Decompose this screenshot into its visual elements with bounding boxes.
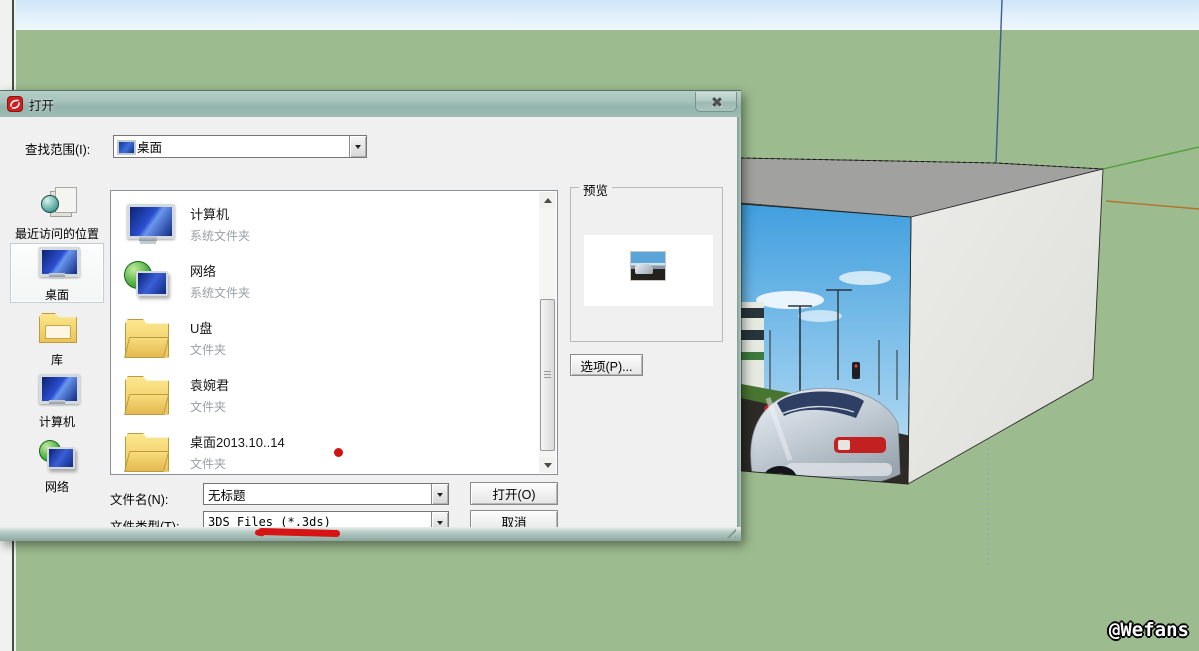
sidebar-item[interactable]: 库 [10,309,104,367]
file-list-item[interactable]: U盘 文件夹 [111,309,539,366]
file-list: 计算机 系统文件夹 网络 系统文件夹 U盘 文件夹 袁婉君 文件夹 桌面2013… [110,190,558,475]
look-in-value: 桌面 [137,141,163,155]
recent-icon [35,185,79,219]
preview-groupbox: 预览 [570,180,723,342]
sidebar-item-label: 最近访问的位置 [14,227,99,241]
computer-icon [124,203,175,245]
network-icon [35,438,79,472]
file-name-dropdown-button[interactable] [431,484,448,504]
chevron-down-icon [437,492,443,500]
file-type: 文件夹 [190,399,227,414]
dialog-body: 查找范围(I): 桌面 最近访问的位置 桌面 库 计算机 网络 计算机 系统文件… [0,117,737,538]
options-button[interactable]: 选项(P)... [570,354,643,376]
file-type: 文件夹 [190,456,227,471]
file-name: U盘 [190,320,213,336]
file-list-item[interactable]: 计算机 系统文件夹 [111,195,539,252]
file-name-input[interactable] [204,487,431,501]
sidebar-item-label: 网络 [44,480,69,494]
file-list-item[interactable]: 网络 系统文件夹 [111,252,539,309]
computer-icon [35,373,80,407]
dialog-titlebar[interactable]: 打开 [0,91,741,117]
file-type: 系统文件夹 [190,228,251,243]
dialog-border-bottom [0,527,741,541]
file-type: 文件夹 [190,342,227,357]
scroll-thumb[interactable] [540,299,555,451]
scroll-up-button[interactable] [539,192,556,208]
sidebar-item-label: 库 [50,353,63,367]
open-dialog: 打开 查找范围(I): 桌面 最近访问的位置 桌面 库 计算机 网络 计算机 系… [0,90,741,541]
libraries-icon [35,311,79,345]
file-name: 桌面2013.10..14 [190,434,285,450]
file-type: 系统文件夹 [190,285,251,300]
chevron-down-icon [355,145,361,152]
network-icon [124,260,174,302]
folder-docs-icon [124,431,174,473]
folder-image-icon [124,317,174,359]
file-name: 计算机 [190,206,230,222]
sidebar-item-label: 计算机 [38,415,75,429]
desktop-icon [35,246,80,280]
look-in-combobox[interactable]: 桌面 [113,135,367,158]
open-button[interactable]: 打开(O) [470,482,558,505]
file-name-label: 文件名(N): [110,493,169,507]
look-in-dropdown-button[interactable] [349,136,366,157]
close-button[interactable] [695,92,737,112]
list-scrollbar[interactable] [539,192,556,473]
sidebar-item[interactable]: 桌面 [10,243,104,303]
file-list-item[interactable]: 桌面2013.10..14 文件夹 [111,423,539,474]
preview-thumbnail [631,252,665,280]
chevron-down-icon [543,462,552,472]
close-icon [711,96,722,107]
file-name-combobox[interactable] [203,483,449,505]
file-name: 网络 [190,263,217,279]
annotation-red-dot [334,448,343,457]
preview-label: 预览 [579,180,613,199]
watermark: @Wefans [1108,619,1189,641]
sidebar-item-label: 桌面 [44,288,69,302]
screen: @Wefans 打开 查找范围(I): 桌面 最近访问的位置 桌面 库 计算机 … [0,0,1199,651]
preview-canvas [584,235,713,306]
desktop-mini-icon [117,140,136,155]
scroll-down-button[interactable] [539,457,556,473]
dialog-border-right [737,117,741,541]
viewport-sky [16,0,1199,30]
places-sidebar: 最近访问的位置 桌面 库 计算机 网络 [8,183,107,568]
folder-cards-icon [124,374,174,416]
sidebar-item[interactable]: 网络 [10,436,104,494]
dialog-title: 打开 [29,98,55,113]
sketchup-logo-icon [7,96,23,112]
sidebar-item[interactable]: 最近访问的位置 [10,183,104,241]
file-rows: 计算机 系统文件夹 网络 系统文件夹 U盘 文件夹 袁婉君 文件夹 桌面2013… [111,195,539,474]
chevron-up-icon [543,194,552,203]
look-in-label: 查找范围(I): [25,143,91,157]
sidebar-item[interactable]: 计算机 [10,371,104,429]
file-name: 袁婉君 [190,377,230,393]
file-list-item[interactable]: 袁婉君 文件夹 [111,366,539,423]
